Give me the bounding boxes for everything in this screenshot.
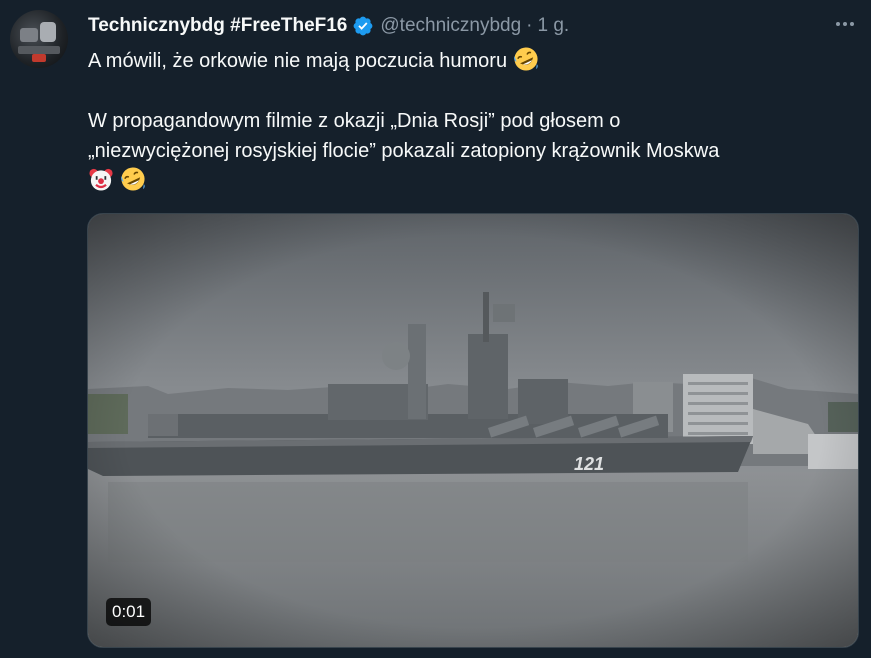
- display-name[interactable]: Technicznybdg #FreeTheF16: [88, 15, 347, 37]
- clown-face-emoji-icon: [89, 168, 113, 191]
- video-player[interactable]: 121: [87, 213, 859, 648]
- tweet-line-4: [88, 166, 858, 196]
- video-frame-warship: 121: [88, 214, 858, 647]
- author-avatar[interactable]: [10, 10, 68, 68]
- tweet-line-1: A mówili, że orkowie nie mają poczucia h…: [88, 46, 858, 76]
- more-options-icon[interactable]: [833, 12, 857, 36]
- tweet-line-3: „niezwyciężonej rosyjskiej flocie” pokaz…: [88, 140, 720, 162]
- verified-badge-icon: [353, 16, 373, 36]
- video-duration-badge: 0:01: [106, 598, 152, 626]
- header-separator: ·: [526, 15, 533, 36]
- tweet-line-2: W propagandowym filmie z okazji „Dnia Ro…: [88, 110, 621, 132]
- tweet-line-1-text: A mówili, że orkowie nie mają poczucia h…: [88, 50, 508, 72]
- rolling-laughing-emoji-icon: [513, 47, 538, 71]
- author-handle[interactable]: @technicznybdg: [380, 15, 521, 37]
- tweet-timestamp[interactable]: 1 g.: [537, 15, 569, 37]
- tweet-header: Technicznybdg #FreeTheF16 @technicznybdg…: [88, 12, 569, 40]
- tweet-text: A mówili, że orkowie nie mają poczucia h…: [88, 46, 858, 196]
- rolling-laughing-emoji-icon-2: [120, 167, 145, 191]
